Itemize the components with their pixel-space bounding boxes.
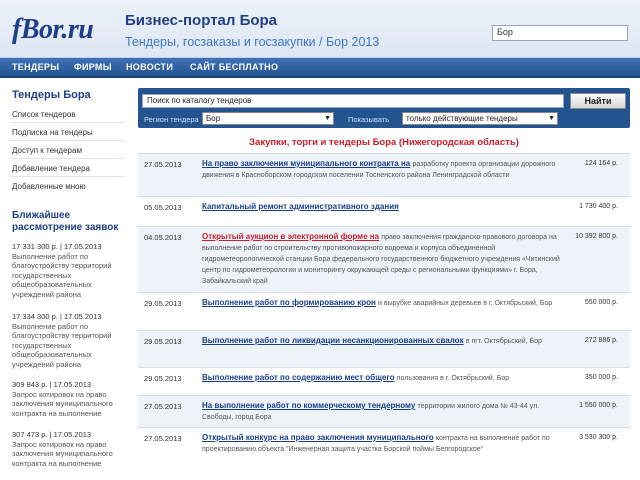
tender-price: 350 000 р. <box>584 374 618 381</box>
tender-title-link[interactable]: На выполнение работ по коммерческому тен… <box>202 401 415 410</box>
tender-row[interactable]: 29.05.2013 Выполнение работ по формирован… <box>138 292 630 330</box>
tender-price: 272 886 р. <box>584 337 618 344</box>
nearest-entry[interactable]: 309 843 р. | 17.05.2013 Запрос котировок… <box>12 380 128 418</box>
sidebar-link-add[interactable]: Добавление тендера <box>12 164 90 173</box>
nav-item-news[interactable]: НОВОСТИ <box>126 62 173 72</box>
tender-price: 3 530 300 р. <box>579 434 618 441</box>
tender-row[interactable]: 29.05.2013 Выполнение работ по ликвидации… <box>138 330 630 367</box>
tender-row[interactable]: 27.05.2013 На право заключения муниципаль… <box>138 153 630 196</box>
tender-details: и вырубке аварийных деревьев в г. Октябр… <box>378 300 553 307</box>
region-select[interactable]: Бор ▼ <box>202 112 334 125</box>
tender-date: 29.05.2013 <box>144 337 182 346</box>
tender-title-link[interactable]: Капитальный ремонт административного зда… <box>202 202 399 211</box>
search-input[interactable]: Поиск по каталогу тендеров <box>142 94 564 108</box>
tender-price: 124 164 р. <box>584 160 618 167</box>
nav-item-site-free[interactable]: САЙТ БЕСПЛАТНО <box>190 62 278 72</box>
tender-title-link[interactable]: На право заключения муниципального контр… <box>202 159 410 168</box>
site-title: Бизнес-портал Бора <box>125 12 278 29</box>
tender-description: Открытый аукцион в электронной форме на … <box>202 232 572 287</box>
city-field[interactable]: Бор <box>492 25 628 41</box>
nearest-entry[interactable]: 17 334 300 р. | 17.05.2013 Выполнение ра… <box>12 312 128 369</box>
sidebar-divider <box>10 176 125 177</box>
tender-row[interactable]: 05.05.2013 Капитальный ремонт администрат… <box>138 196 630 226</box>
sidebar: Тендеры Бора Список тендеров Подписка на… <box>0 80 132 480</box>
tender-title-link[interactable]: Выполнение работ по содержанию мест обще… <box>202 373 395 382</box>
tender-details: в пгт. Октябрьский, Бор <box>465 338 542 345</box>
show-select-value: только действующие тендеры <box>406 114 518 123</box>
show-label: Показывать <box>348 115 390 124</box>
sidebar-link-list[interactable]: Список тендеров <box>12 110 76 119</box>
nav-item-tenders[interactable]: ТЕНДЕРЫ <box>12 62 59 72</box>
tender-date: 05.05.2013 <box>144 203 182 212</box>
sidebar-link-mine[interactable]: Добавленные мною <box>12 182 86 191</box>
tender-date: 29.05.2013 <box>144 299 182 308</box>
tender-price: 1 730 400 р. <box>579 203 618 210</box>
tender-row[interactable]: 29.05.2013 Выполнение работ по содержанию… <box>138 367 630 395</box>
tender-description: Выполнение работ по ликвидации несанкцио… <box>202 336 572 347</box>
tender-price: 1 550 000 р. <box>579 402 618 409</box>
site-header: fBor.ru Бизнес-портал Бора Тендеры, госз… <box>0 0 640 58</box>
sidebar-divider <box>10 122 125 123</box>
nearest-entry-text: Запрос котировок на право заключения мун… <box>12 389 113 418</box>
tender-price: 550 000 р. <box>584 299 618 306</box>
site-logo[interactable]: fBor.ru <box>12 14 94 46</box>
tender-date: 27.05.2013 <box>144 160 182 169</box>
region-select-value: Бор <box>206 114 221 123</box>
nearest-entry-date: 307 473 р. | 17.05.2013 <box>12 430 92 439</box>
tender-row[interactable]: 04.05.2013 Открытый аукцион в электронной… <box>138 226 630 292</box>
tender-title-link[interactable]: Открытый конкурс на право заключения мун… <box>202 433 434 442</box>
sidebar-heading: Тендеры Бора <box>12 89 91 101</box>
show-select[interactable]: только действующие тендеры ▼ <box>402 112 558 125</box>
nearest-entry-text: Выполнение работ по благоустройству терр… <box>12 251 112 299</box>
sidebar-link-access[interactable]: Доступ к тендерам <box>12 146 82 155</box>
tender-date: 04.05.2013 <box>144 233 182 242</box>
nearest-entry[interactable]: 307 473 р. | 17.05.2013 Запрос котировок… <box>12 430 128 468</box>
main-nav: ТЕНДЕРЫ ФИРМЫ НОВОСТИ САЙТ БЕСПЛАТНО <box>0 58 640 78</box>
search-panel: Поиск по каталогу тендеров Найти Регион … <box>138 88 630 128</box>
tender-row[interactable]: 27.05.2013 Открытый конкурс на право закл… <box>138 427 630 480</box>
tender-description: Капитальный ремонт административного зда… <box>202 202 572 213</box>
tender-description: На выполнение работ по коммерческому тен… <box>202 401 572 423</box>
tender-title-link[interactable]: Выполнение работ по ликвидации несанкцио… <box>202 336 464 345</box>
sidebar-divider <box>10 158 125 159</box>
nearest-entry-date: 309 843 р. | 17.05.2013 <box>12 380 92 389</box>
tender-description: Открытый конкурс на право заключения мун… <box>202 433 572 455</box>
nearest-entry-text: Выполнение работ по благоустройству терр… <box>12 321 112 369</box>
sidebar-divider <box>10 140 125 141</box>
chevron-down-icon: ▼ <box>548 115 555 122</box>
tender-description: Выполнение работ по содержанию мест обще… <box>202 373 572 384</box>
site-subtitle: Тендеры, госзаказы и госзакупки / Бор 20… <box>125 35 380 49</box>
nearest-entry-date: 17 331 300 р. | 17.05.2013 <box>12 242 102 251</box>
tender-title-link[interactable]: Открытый аукцион в электронной форме на <box>202 232 379 241</box>
tender-price: 10 392 800 р. <box>575 233 618 240</box>
nearest-entry-text: Запрос котировок на право заключения мун… <box>12 439 113 468</box>
tender-title-link[interactable]: Выполнение работ по формированию крон <box>202 298 376 307</box>
tender-description: Выполнение работ по формированию крон и … <box>202 298 572 309</box>
tenders-heading: Закупки, торги и тендеры Бора (Нижегород… <box>249 137 519 148</box>
chevron-down-icon: ▼ <box>324 115 331 122</box>
tender-date: 29.05.2013 <box>144 374 182 383</box>
nav-item-firms[interactable]: ФИРМЫ <box>74 62 112 72</box>
tender-date: 27.05.2013 <box>144 402 182 411</box>
sidebar-nearest-heading: Ближайшее рассмотрение заявок <box>12 210 119 233</box>
tender-row[interactable]: 27.05.2013 На выполнение работ по коммерч… <box>138 395 630 427</box>
app-root: fBor.ru Бизнес-портал Бора Тендеры, госз… <box>0 0 640 480</box>
main-content: Поиск по каталогу тендеров Найти Регион … <box>138 80 640 480</box>
find-button[interactable]: Найти <box>570 93 626 109</box>
sidebar-link-subscribe[interactable]: Подписка на тендеры <box>12 128 93 137</box>
nearest-entry[interactable]: 17 331 300 р. | 17.05.2013 Выполнение ра… <box>12 242 128 299</box>
region-label: Регион тендера <box>144 115 199 124</box>
nearest-entry-date: 17 334 300 р. | 17.05.2013 <box>12 312 102 321</box>
tender-details: пользования в г. Октябрьский, Бор <box>396 375 510 382</box>
tender-description: На право заключения муниципального контр… <box>202 159 572 181</box>
tender-details: право заключения гражданско-правового до… <box>202 234 560 285</box>
tender-date: 27.05.2013 <box>144 434 182 443</box>
